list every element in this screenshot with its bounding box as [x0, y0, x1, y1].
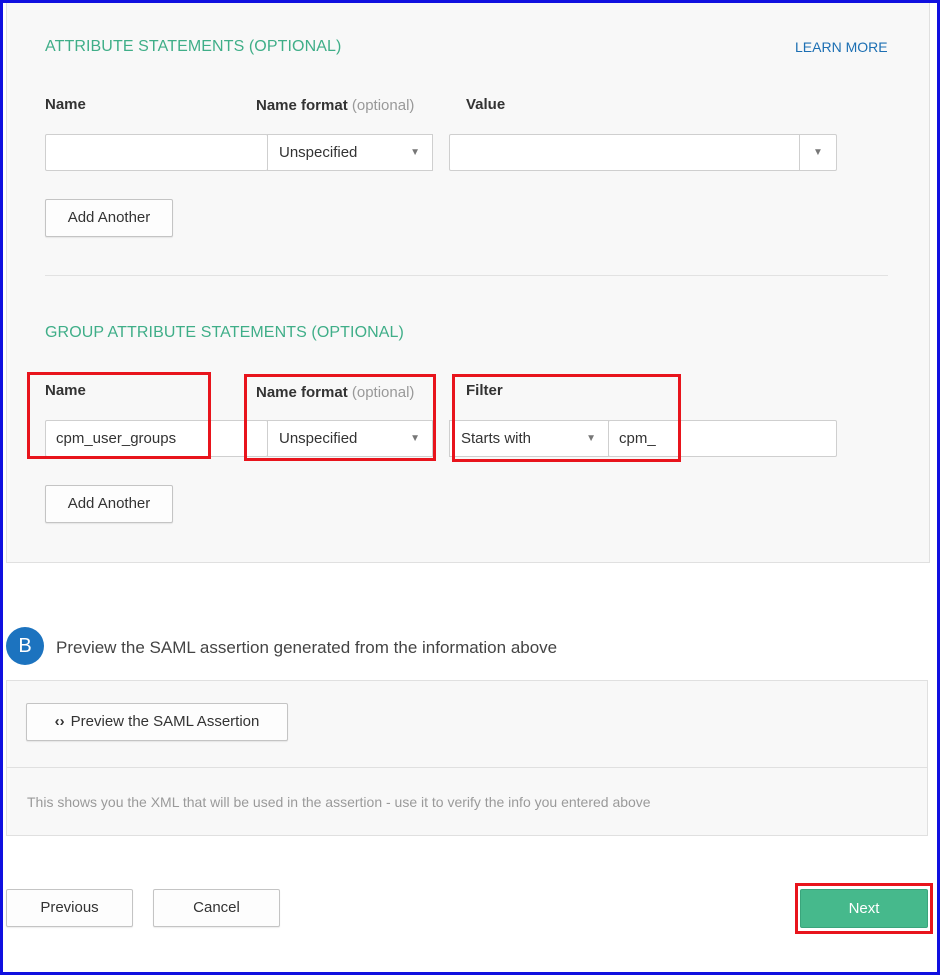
- group-filter-label: Filter: [466, 382, 503, 399]
- next-button[interactable]: Next: [800, 889, 928, 928]
- attr-name-format-value: Unspecified: [279, 144, 358, 161]
- group-filter-type-select[interactable]: Starts with ▼: [449, 420, 609, 457]
- group-name-format-label: Name format (optional): [256, 384, 415, 401]
- chevron-down-icon: ▼: [410, 433, 420, 444]
- chevron-down-icon[interactable]: ▼: [799, 135, 836, 170]
- attr-name-input[interactable]: [45, 134, 268, 171]
- group-name-input[interactable]: cpm_user_groups: [45, 420, 268, 457]
- optional-tag: (optional): [351, 384, 415, 401]
- group-attribute-statements-heading: GROUP ATTRIBUTE STATEMENTS (OPTIONAL): [45, 324, 404, 341]
- attr-value-label: Value: [466, 96, 506, 113]
- group-name-format-value: Unspecified: [279, 430, 358, 447]
- code-icon: ‹›: [54, 713, 65, 730]
- group-name-label: Name: [45, 382, 86, 399]
- attr-value-combobox[interactable]: ▼: [449, 134, 837, 171]
- group-add-another-button[interactable]: Add Another: [45, 485, 173, 523]
- step-b-title: Preview the SAML assertion generated fro…: [56, 638, 558, 657]
- optional-tag: (optional): [351, 97, 415, 114]
- attr-name-format-select[interactable]: Unspecified ▼: [267, 134, 433, 171]
- attr-name-label: Name: [45, 96, 86, 113]
- preview-saml-assertion-button[interactable]: ‹› Preview the SAML Assertion: [26, 703, 288, 741]
- attr-add-another-button[interactable]: Add Another: [45, 199, 173, 237]
- attribute-statements-panel: [6, 3, 930, 563]
- group-name-format-select[interactable]: Unspecified ▼: [267, 420, 433, 457]
- group-filter-value-input[interactable]: cpm_: [608, 420, 837, 457]
- saml-preview-panel: ‹› Preview the SAML Assertion This shows …: [6, 680, 928, 836]
- attr-name-format-label: Name format (optional): [256, 97, 415, 114]
- preview-divider: [7, 767, 927, 768]
- learn-more-link[interactable]: LEARN MORE: [795, 39, 888, 55]
- cancel-button[interactable]: Cancel: [153, 889, 280, 927]
- step-b-badge: B: [6, 627, 44, 665]
- section-divider: [45, 275, 888, 276]
- attribute-statements-heading: ATTRIBUTE STATEMENTS (OPTIONAL): [45, 38, 342, 55]
- preview-button-label: Preview the SAML Assertion: [70, 713, 260, 730]
- group-filter-type-value: Starts with: [461, 430, 532, 447]
- previous-button[interactable]: Previous: [6, 889, 133, 927]
- chevron-down-icon: ▼: [410, 147, 420, 158]
- preview-note: This shows you the XML that will be used…: [27, 794, 651, 810]
- attr-value-text: [450, 144, 460, 161]
- chevron-down-icon: ▼: [586, 433, 596, 444]
